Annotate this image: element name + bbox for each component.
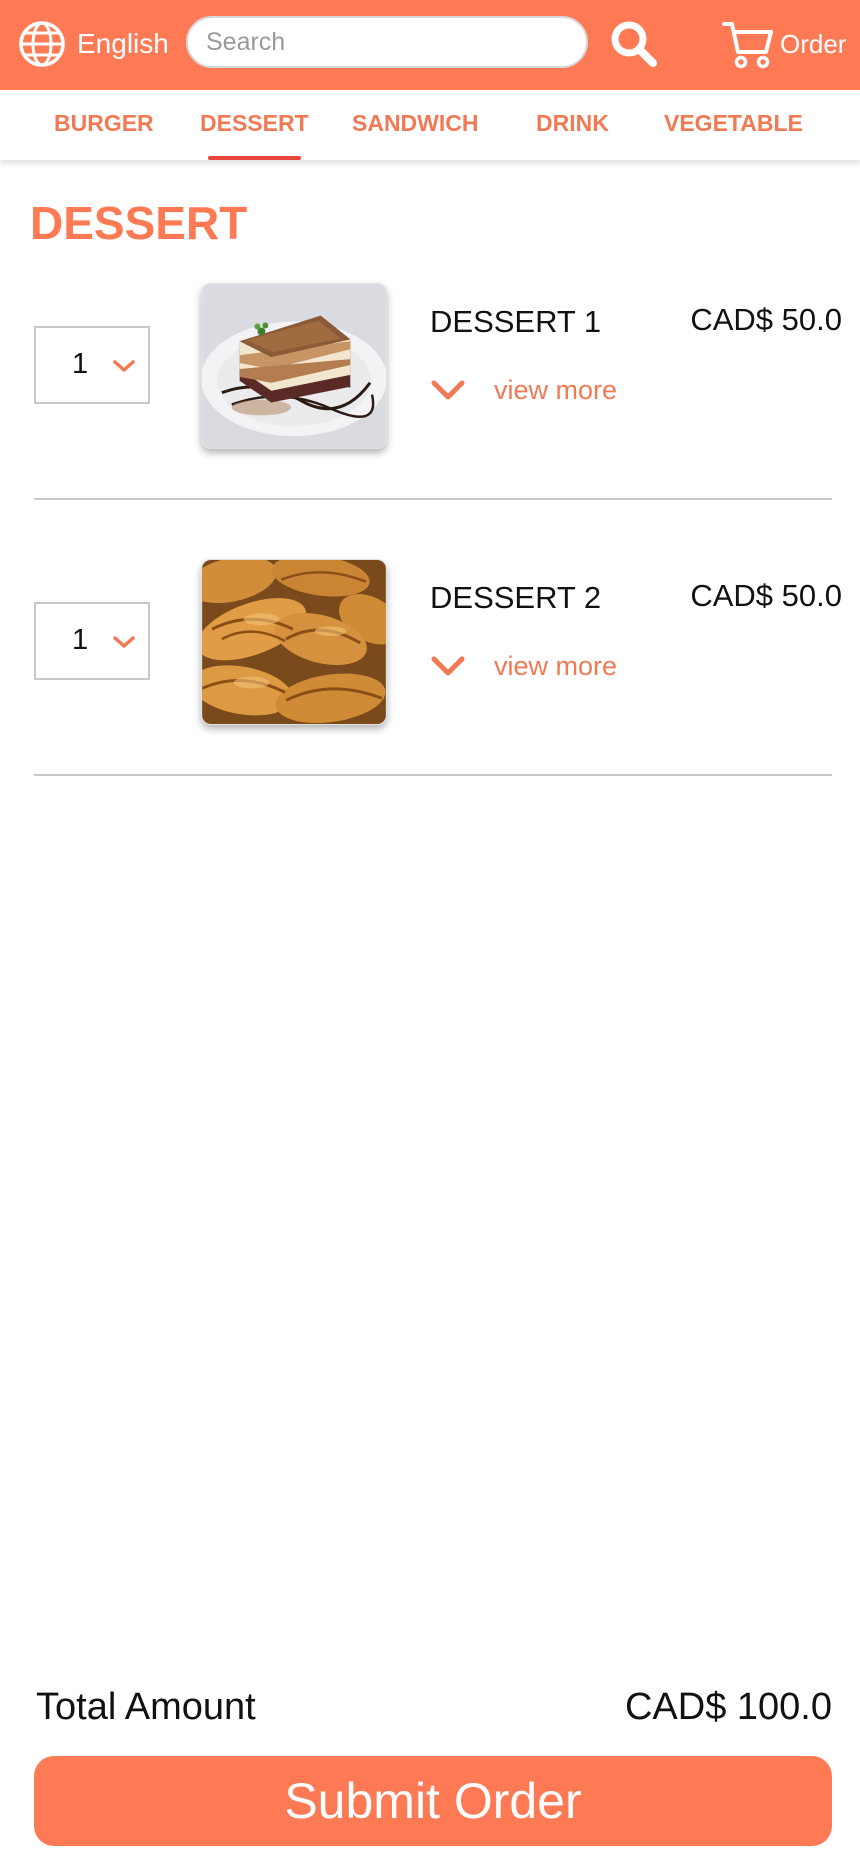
item-price: CAD$ 50.0 — [690, 302, 842, 337]
search-icon — [611, 21, 657, 67]
divider — [34, 498, 832, 500]
quantity-value: 1 — [72, 624, 89, 656]
view-more-toggle[interactable]: view more — [430, 370, 617, 410]
chevron-down-icon — [431, 656, 465, 676]
menu-item: 1 DESSERT 2 CAD$ 50.0 view more — [0, 556, 860, 786]
chevron-down-icon — [113, 636, 135, 648]
tab-vegetable[interactable]: VEGETABLE — [664, 90, 803, 160]
tab-drink[interactable]: DRINK — [536, 90, 609, 160]
cart-icon — [722, 22, 773, 69]
total-amount-label: Total Amount — [36, 1686, 256, 1728]
chevron-down-icon — [113, 360, 135, 372]
search-button[interactable] — [604, 14, 664, 74]
order-label: Order — [780, 28, 847, 59]
globe-icon — [19, 21, 65, 67]
chevron-down-icon — [431, 380, 465, 400]
divider — [34, 774, 832, 776]
view-more-label: view more — [494, 374, 618, 405]
language-label: English — [77, 28, 169, 59]
category-tabs: BURGER DESSERT SANDWICH DRINK VEGETABLE — [0, 90, 860, 160]
item-name: DESSERT 2 — [430, 580, 602, 615]
language-selector[interactable]: English — [17, 18, 169, 70]
tab-sandwich[interactable]: SANDWICH — [352, 90, 479, 160]
order-button[interactable]: Order — [720, 14, 846, 74]
quantity-value: 1 — [72, 348, 89, 380]
croissants-photo — [202, 560, 386, 724]
menu-item: 1 DESSERT 1 CAD$ 50.0 view more — [0, 280, 860, 510]
item-name: DESSERT 1 — [430, 304, 602, 339]
total-amount-value: CAD$ 100.0 — [624, 1686, 832, 1728]
item-price: CAD$ 50.0 — [690, 578, 842, 613]
view-more-toggle[interactable]: view more — [430, 646, 617, 686]
tab-dessert[interactable]: DESSERT — [200, 90, 309, 160]
quantity-select[interactable]: 1 — [34, 602, 150, 680]
quantity-select[interactable]: 1 — [34, 326, 150, 404]
section-title: DESSERT — [30, 197, 248, 249]
layered-cake-photo — [202, 284, 386, 448]
search-input[interactable] — [186, 16, 588, 68]
tab-burger[interactable]: BURGER — [54, 90, 154, 160]
view-more-label: view more — [494, 650, 618, 681]
item-image[interactable] — [201, 283, 387, 449]
top-bar: English Order — [0, 0, 860, 90]
submit-order-button[interactable]: Submit Order — [34, 1756, 832, 1846]
item-image[interactable] — [201, 559, 387, 725]
